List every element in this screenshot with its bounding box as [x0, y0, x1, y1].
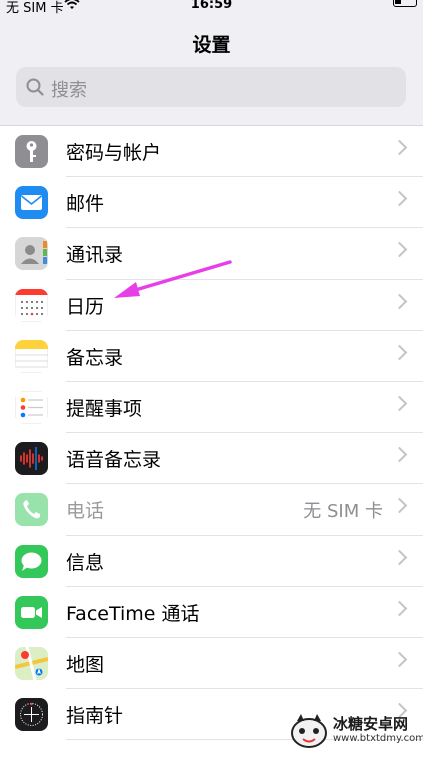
row-label: 语音备忘录 [66, 449, 162, 472]
page-title: 设置 [192, 34, 231, 56]
settings-row-voice-memos[interactable]: 语音备忘录 [0, 433, 423, 485]
chevron-right-icon [391, 139, 408, 156]
settings-row-notes[interactable]: 备忘录 [0, 331, 423, 382]
voice-memos-icon [15, 442, 48, 476]
search-input[interactable]: 搜索 [16, 67, 406, 107]
status-bar: 无 SIM 卡 16:59 [0, 0, 423, 20]
settings-row-reminders[interactable]: 提醒事项 [0, 382, 423, 434]
watermark-url: www.btxtdmy.com [333, 733, 423, 744]
chevron-right-icon [391, 446, 408, 463]
row-detail: 无 SIM 卡 [303, 501, 383, 523]
notes-icon [15, 339, 48, 373]
row-label: 邮件 [66, 193, 105, 216]
chevron-right-icon [391, 498, 408, 514]
maps-icon [15, 646, 48, 680]
mail-icon [15, 186, 48, 220]
watermark: 冰糖安卓网 www.btxtdmy.com [287, 709, 423, 753]
search-icon [26, 78, 44, 96]
key-icon [15, 135, 48, 168]
chevron-right-icon [391, 190, 408, 207]
calendar-icon [15, 288, 48, 322]
annotation-arrow [114, 260, 232, 298]
contacts-icon [15, 237, 48, 271]
battery-icon [393, 0, 417, 7]
settings-row-messages[interactable]: 信息 [0, 536, 423, 587]
chevron-right-icon [391, 600, 408, 616]
row-label: 日历 [66, 295, 105, 318]
row-label: FaceTime 通话 [66, 602, 200, 625]
settings-row-mail[interactable]: 邮件 [0, 177, 423, 229]
watermark-name: 冰糖安卓网 [333, 715, 409, 733]
settings-row-facetime[interactable]: FaceTime 通话 [0, 587, 423, 638]
row-label: 指南针 [66, 705, 124, 728]
facetime-icon [15, 595, 48, 629]
row-label: 地图 [66, 653, 105, 676]
chevron-right-icon [391, 242, 408, 258]
row-label: 信息 [66, 551, 105, 574]
settings-row-phone[interactable]: 电话 无 SIM 卡 [0, 484, 423, 536]
clock: 16:59 [190, 0, 233, 12]
phone-icon [15, 493, 48, 527]
chevron-right-icon [391, 395, 408, 412]
settings-row-passwords[interactable]: 密码与帐户 [0, 126, 423, 178]
row-label: 备忘录 [66, 346, 124, 369]
row-label: 电话 [66, 500, 105, 523]
watermark-logo-icon [291, 714, 327, 748]
settings-row-maps[interactable]: 地图 [0, 638, 423, 690]
chevron-right-icon [391, 651, 408, 668]
messages-icon [15, 544, 48, 578]
reminders-icon [15, 390, 48, 424]
chevron-right-icon [391, 549, 408, 565]
row-label: 提醒事项 [66, 397, 143, 420]
settings-list: 密码与帐户 邮件 通讯录 日历 备忘录 提醒事项 语音备忘录 电话 无 SIM … [0, 125, 423, 766]
chevron-right-icon [391, 293, 408, 309]
compass-icon [15, 698, 48, 732]
search-placeholder: 搜索 [51, 80, 87, 101]
chevron-right-icon [391, 344, 408, 361]
row-label: 密码与帐户 [66, 142, 162, 164]
